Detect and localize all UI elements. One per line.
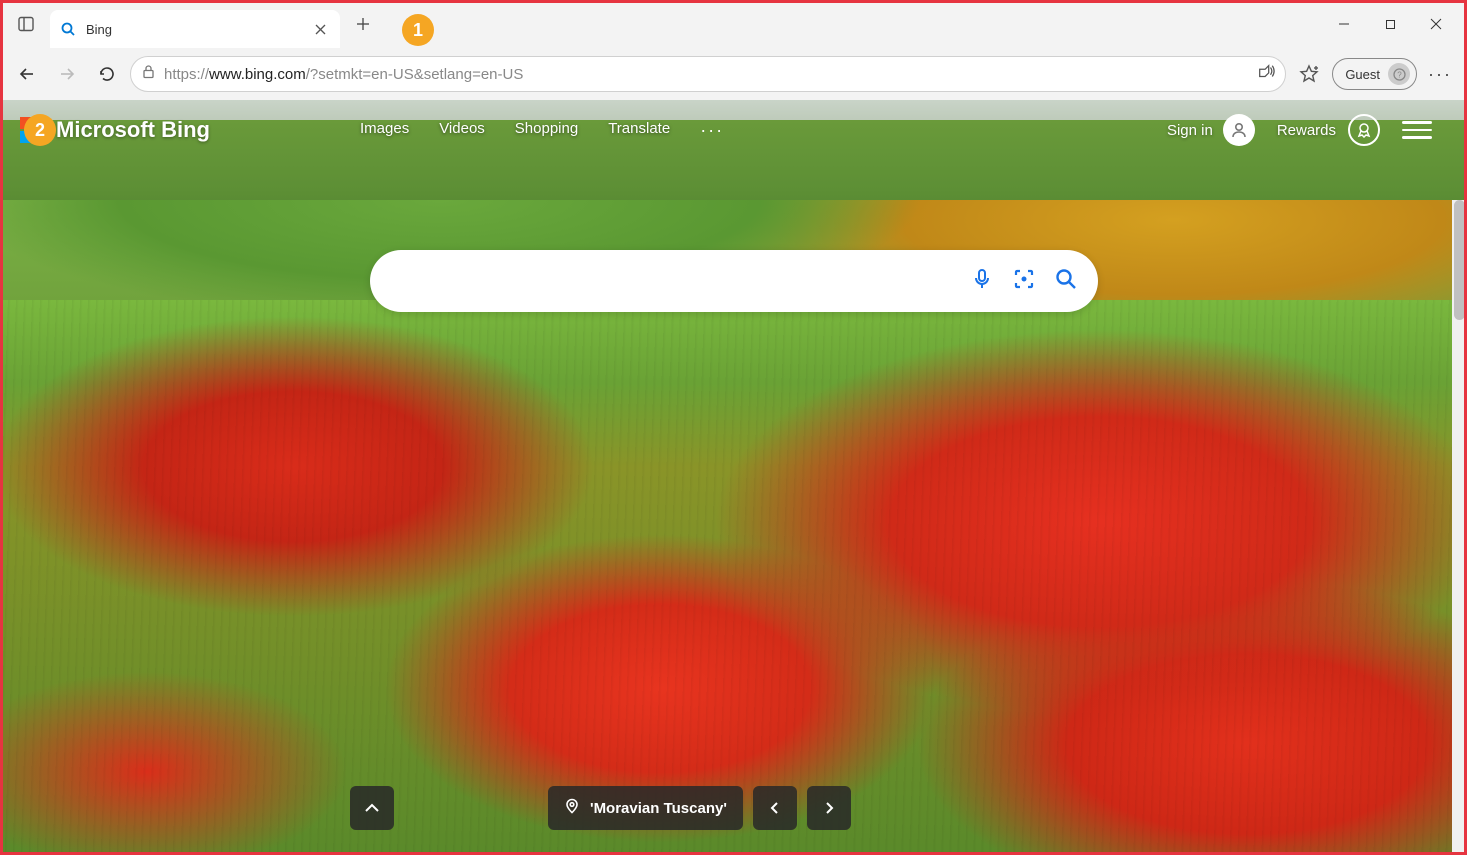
signin-button[interactable]: Sign in bbox=[1167, 114, 1255, 146]
logo-text: Microsoft Bing bbox=[56, 117, 210, 143]
new-tab-button[interactable] bbox=[346, 7, 380, 41]
url-text: https://www.bing.com/?setmkt=en-US&setla… bbox=[164, 66, 1249, 83]
lock-icon bbox=[141, 64, 156, 84]
hero-background bbox=[0, 100, 1467, 855]
bing-favicon-icon bbox=[60, 21, 76, 37]
guest-avatar-icon: ? bbox=[1388, 63, 1410, 85]
svg-text:?: ? bbox=[1397, 70, 1402, 79]
bing-header: Microsoft Bing Images Videos Shopping Tr… bbox=[0, 100, 1452, 160]
header-right: Sign in Rewards bbox=[1167, 114, 1432, 146]
nav-shopping[interactable]: Shopping bbox=[515, 120, 578, 141]
image-info-bar: 'Moravian Tuscany' bbox=[548, 786, 851, 830]
visual-search-icon[interactable] bbox=[1012, 267, 1036, 296]
nav-more-icon[interactable]: ··· bbox=[700, 120, 724, 141]
image-caption[interactable]: 'Moravian Tuscany' bbox=[548, 786, 743, 830]
signin-label: Sign in bbox=[1167, 122, 1213, 139]
search-box bbox=[370, 250, 1098, 312]
nav-images[interactable]: Images bbox=[360, 120, 409, 141]
minimize-button[interactable] bbox=[1321, 8, 1367, 40]
tab-bar: Bing bbox=[0, 0, 1467, 48]
person-icon bbox=[1223, 114, 1255, 146]
medal-icon bbox=[1348, 114, 1380, 146]
next-image-button[interactable] bbox=[807, 786, 851, 830]
search-icon[interactable] bbox=[1054, 267, 1078, 296]
page-content: Microsoft Bing Images Videos Shopping Tr… bbox=[0, 100, 1467, 855]
rewards-label: Rewards bbox=[1277, 122, 1336, 139]
nav-translate[interactable]: Translate bbox=[608, 120, 670, 141]
nav-links: Images Videos Shopping Translate ··· bbox=[360, 120, 724, 141]
window-controls bbox=[1321, 8, 1459, 40]
guest-label: Guest bbox=[1345, 67, 1380, 82]
forward-button[interactable] bbox=[50, 57, 84, 91]
read-aloud-icon[interactable] bbox=[1257, 63, 1275, 86]
prev-image-button[interactable] bbox=[753, 786, 797, 830]
address-bar: https://www.bing.com/?setmkt=en-US&setla… bbox=[0, 48, 1467, 100]
voice-search-icon[interactable] bbox=[970, 267, 994, 296]
expand-up-button[interactable] bbox=[350, 786, 394, 830]
profile-button[interactable]: Guest ? bbox=[1332, 58, 1417, 90]
hamburger-menu-icon[interactable] bbox=[1402, 115, 1432, 145]
url-field[interactable]: https://www.bing.com/?setmkt=en-US&setla… bbox=[130, 56, 1286, 92]
vertical-scrollbar[interactable] bbox=[1452, 200, 1467, 855]
tab-title: Bing bbox=[86, 22, 310, 37]
scrollbar-thumb[interactable] bbox=[1454, 200, 1465, 320]
nav-videos[interactable]: Videos bbox=[439, 120, 485, 141]
annotation-badge-1: 1 bbox=[402, 14, 434, 46]
settings-more-button[interactable]: ··· bbox=[1423, 57, 1457, 91]
back-button[interactable] bbox=[10, 57, 44, 91]
maximize-button[interactable] bbox=[1367, 8, 1413, 40]
annotation-badge-2: 2 bbox=[24, 114, 56, 146]
search-input[interactable] bbox=[390, 250, 970, 312]
caption-text: 'Moravian Tuscany' bbox=[590, 800, 727, 817]
location-pin-icon bbox=[564, 798, 580, 819]
browser-chrome: Bing https://www.bing.com/?setmkt bbox=[0, 0, 1467, 100]
tab-actions-icon[interactable] bbox=[8, 6, 44, 42]
browser-tab[interactable]: Bing bbox=[50, 10, 340, 48]
close-tab-icon[interactable] bbox=[310, 19, 330, 39]
close-window-button[interactable] bbox=[1413, 8, 1459, 40]
refresh-button[interactable] bbox=[90, 57, 124, 91]
rewards-button[interactable]: Rewards bbox=[1277, 114, 1380, 146]
favorites-button[interactable] bbox=[1292, 57, 1326, 91]
